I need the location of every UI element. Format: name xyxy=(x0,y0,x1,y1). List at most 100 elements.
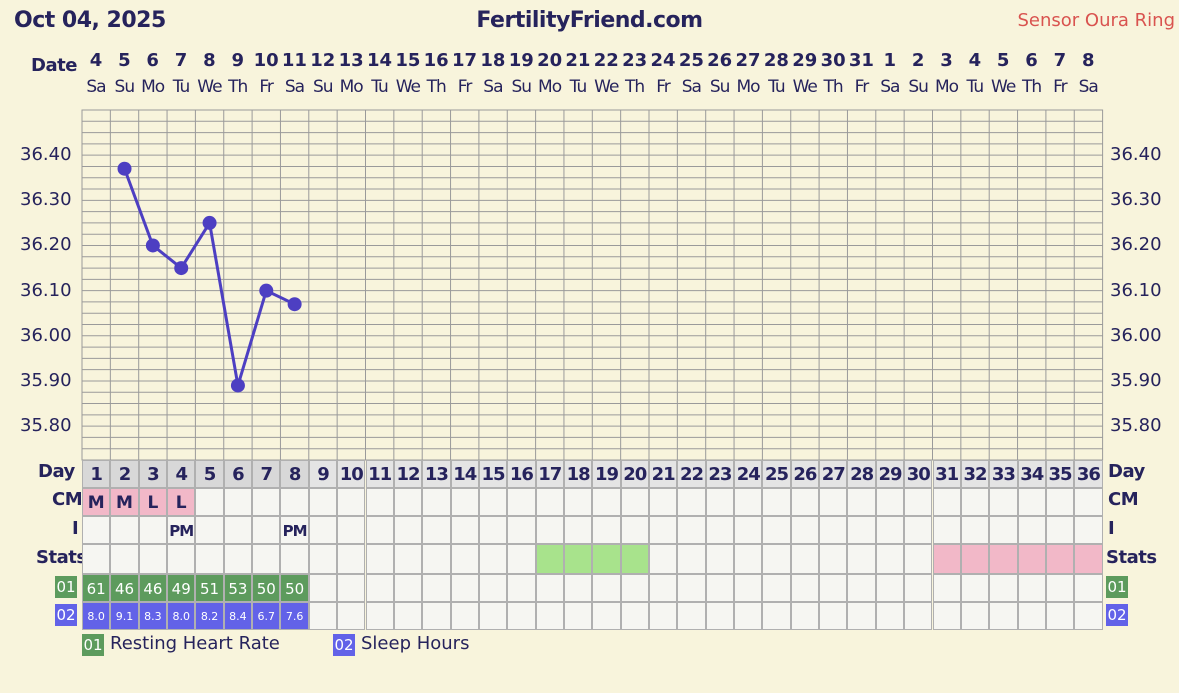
legend-sleep-label: Sleep Hours xyxy=(361,633,470,654)
cm-cell xyxy=(1074,488,1103,516)
intercourse-cell xyxy=(337,516,366,544)
intercourse-cell xyxy=(790,516,820,544)
rhr-cell xyxy=(393,574,423,602)
day-cell: 5 xyxy=(195,460,224,488)
sleep-cell xyxy=(393,602,423,630)
cm-cell xyxy=(223,488,253,516)
stats-cell xyxy=(790,544,820,574)
stats-cell xyxy=(507,544,536,574)
rhr-cell xyxy=(365,574,394,602)
sleep-cell xyxy=(819,602,848,630)
day-cell: 1 xyxy=(82,460,111,488)
stats-cell xyxy=(875,544,905,574)
day-cell: 10 xyxy=(337,460,366,488)
stats-cell xyxy=(337,544,366,574)
y-tick-label-right: 36.00 xyxy=(1110,324,1162,346)
intercourse-cell xyxy=(535,516,564,544)
day-cell: 25 xyxy=(762,460,791,488)
day-cell: 9 xyxy=(308,460,338,488)
sleep-cell xyxy=(1017,602,1046,630)
stats-cell xyxy=(563,544,593,574)
cm-cell xyxy=(620,488,649,516)
sleep-cell xyxy=(365,602,394,630)
y-tick-label-left: 36.20 xyxy=(20,234,72,256)
sleep-cell xyxy=(932,602,961,630)
intercourse-cell xyxy=(932,516,961,544)
sleep-cell xyxy=(762,602,791,630)
sleep-cell xyxy=(620,602,649,630)
y-tick-label-right: 36.40 xyxy=(1110,144,1162,166)
cm-cell xyxy=(365,488,394,516)
cm-row-label-left: CM xyxy=(52,489,83,510)
cm-cell xyxy=(450,488,479,516)
stats-cell xyxy=(592,544,621,574)
cm-cell xyxy=(989,488,1018,516)
sleep-cell xyxy=(904,602,933,630)
rhr-cell: 46 xyxy=(110,574,139,602)
day-cell: 4 xyxy=(167,460,196,488)
day-cell: 17 xyxy=(535,460,564,488)
sleep-cell: 8.0 xyxy=(82,602,111,630)
day-cell: 7 xyxy=(252,460,281,488)
intercourse-cell xyxy=(195,516,224,544)
cm-cell xyxy=(762,488,791,516)
sleep-badge-left: 02 xyxy=(55,604,77,626)
legend-rhr-label: Resting Heart Rate xyxy=(110,633,280,654)
day-cell: 15 xyxy=(478,460,508,488)
intercourse-cell xyxy=(819,516,848,544)
stats-cell xyxy=(1045,544,1075,574)
stats-cell xyxy=(308,544,338,574)
rhr-cell xyxy=(762,574,791,602)
rhr-cell xyxy=(989,574,1018,602)
rhr-cell xyxy=(450,574,479,602)
intercourse-cell xyxy=(110,516,139,544)
y-tick-label-left: 36.00 xyxy=(20,324,72,346)
sleep-badge-right: 02 xyxy=(1106,604,1128,626)
sleep-cell: 8.4 xyxy=(223,602,253,630)
intercourse-cell xyxy=(507,516,536,544)
stats-cell xyxy=(450,544,479,574)
sleep-cell xyxy=(1074,602,1103,630)
y-tick-label-right: 36.20 xyxy=(1110,234,1162,256)
sleep-cell xyxy=(478,602,508,630)
day-cell: 24 xyxy=(734,460,763,488)
stats-cell xyxy=(422,544,451,574)
intercourse-cell xyxy=(478,516,508,544)
intercourse-cell xyxy=(847,516,876,544)
cm-cell xyxy=(252,488,281,516)
day-cell: 33 xyxy=(989,460,1018,488)
day-cell: 19 xyxy=(592,460,621,488)
intercourse-cell xyxy=(1074,516,1103,544)
cm-cell xyxy=(393,488,423,516)
sleep-cell xyxy=(592,602,621,630)
stats-cell xyxy=(819,544,848,574)
rhr-cell xyxy=(422,574,451,602)
fertility-chart-page: Oct 04, 2025 FertilityFriend.com Sensor … xyxy=(0,0,1179,693)
cm-cell xyxy=(337,488,366,516)
stats-cell xyxy=(649,544,678,574)
rhr-badge-left: 01 xyxy=(55,576,77,598)
stats-cell xyxy=(1074,544,1103,574)
cm-cell xyxy=(280,488,309,516)
sleep-cell xyxy=(308,602,338,630)
rhr-cell: 49 xyxy=(167,574,196,602)
stats-cell xyxy=(393,544,423,574)
sleep-cell xyxy=(705,602,735,630)
stats-cell xyxy=(167,544,196,574)
rhr-cell xyxy=(563,574,593,602)
stats-cell xyxy=(904,544,933,574)
cm-cell xyxy=(195,488,224,516)
stats-cell xyxy=(252,544,281,574)
sleep-cell xyxy=(734,602,763,630)
intercourse-cell xyxy=(762,516,791,544)
intercourse-cell xyxy=(82,516,111,544)
intercourse-cell xyxy=(677,516,706,544)
temperature-point xyxy=(230,378,245,393)
rhr-cell xyxy=(535,574,564,602)
sleep-cell: 7.6 xyxy=(280,602,309,630)
stats-cell xyxy=(1017,544,1046,574)
intercourse-cell xyxy=(563,516,593,544)
cm-cell xyxy=(649,488,678,516)
intercourse-cell xyxy=(223,516,253,544)
cm-cell xyxy=(960,488,990,516)
